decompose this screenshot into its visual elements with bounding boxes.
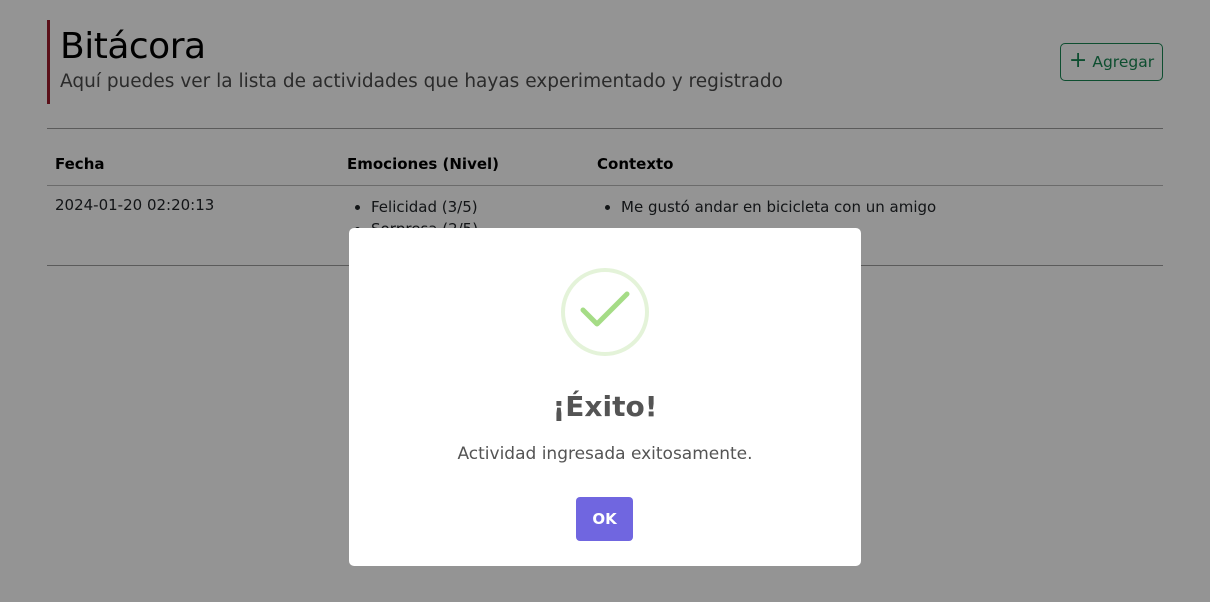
success-dialog: ¡Éxito! Actividad ingresada exitosamente… (349, 228, 861, 566)
checkmark-icon (580, 291, 630, 327)
dialog-title: ¡Éxito! (552, 390, 658, 423)
dialog-message: Actividad ingresada exitosamente. (457, 444, 753, 464)
success-check-icon (561, 268, 649, 356)
ok-button[interactable]: OK (576, 497, 633, 541)
